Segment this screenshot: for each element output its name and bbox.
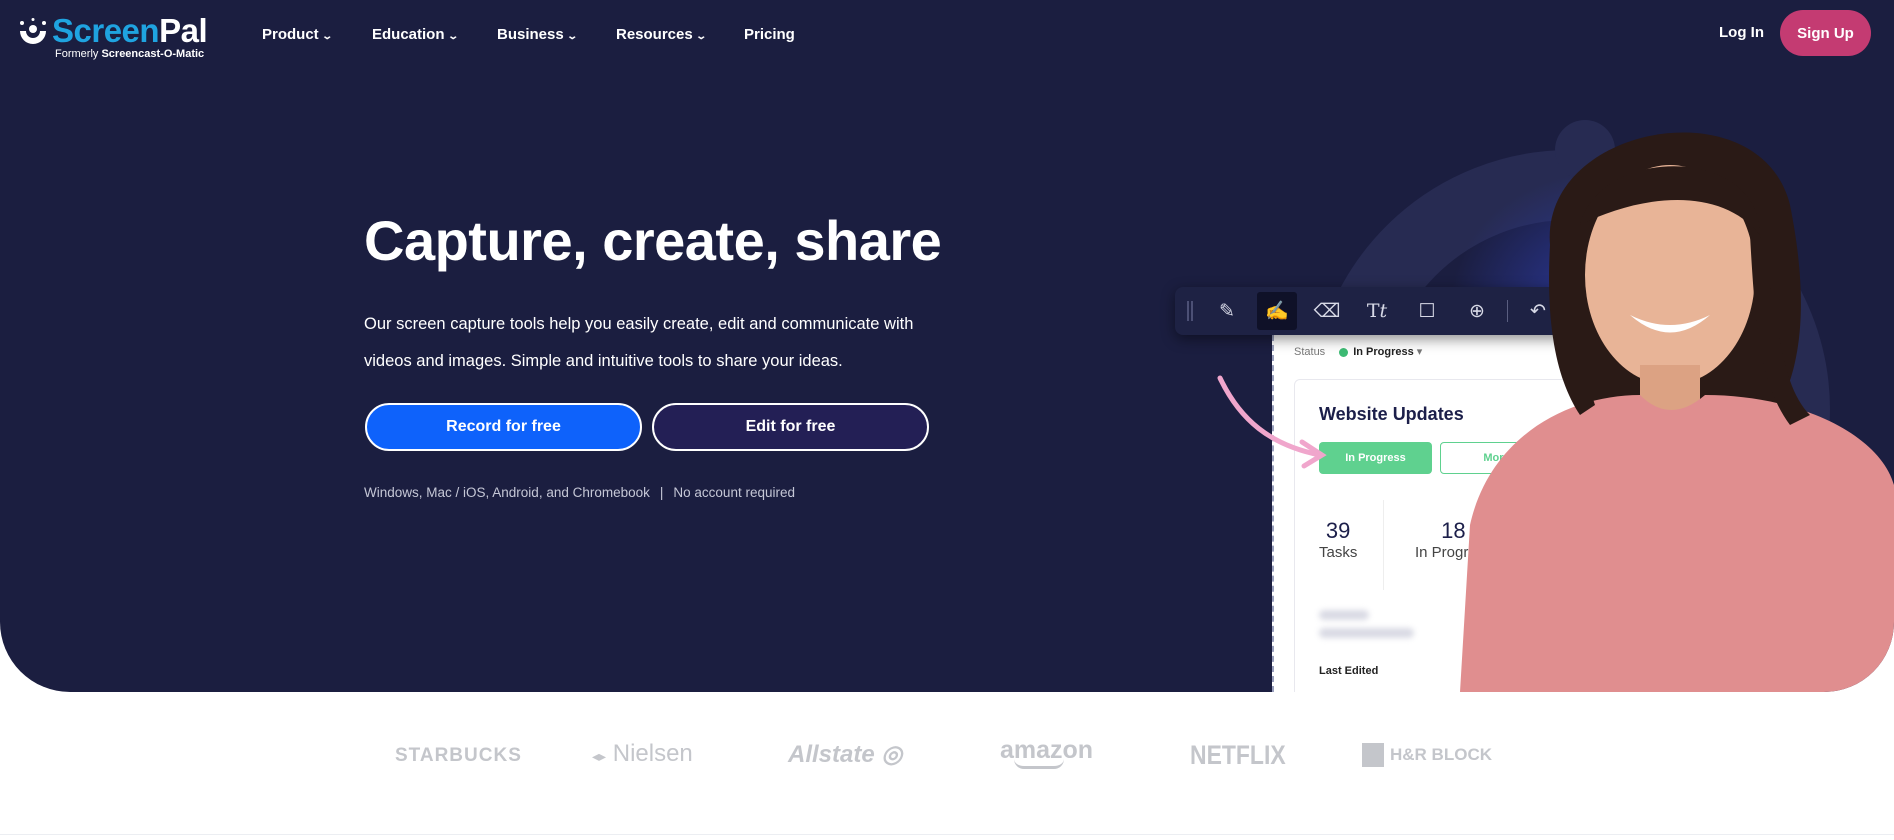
chevron-down-icon: ⌄ [320, 31, 333, 42]
nav-label: Resources [616, 26, 693, 43]
pen-icon[interactable]: ✎ [1207, 292, 1247, 330]
logo-allstate: Allstate ◎ [788, 740, 902, 769]
pink-arrow-icon [1217, 375, 1327, 469]
logo-text-pal: Pal [159, 12, 208, 49]
card-title: Website Updates [1319, 404, 1464, 424]
hero-title: Capture, create, share [364, 209, 942, 272]
hero-description: Our screen capture tools help you easily… [364, 315, 914, 370]
logo-netflix: NETFLIX [1190, 740, 1286, 770]
logo-allstate-text: Allstate [788, 741, 875, 768]
chevron-down-icon: ⌄ [566, 31, 578, 42]
logo-nielsen: ◂▸ Nielsen [592, 740, 693, 768]
nav-product[interactable]: Product ⌄ [262, 26, 333, 43]
eraser-icon[interactable]: ⌫ [1307, 292, 1347, 330]
logo-hr-block: H&R BLOCK [1362, 743, 1492, 767]
status-value: In Progress [1353, 346, 1414, 358]
no-account-text: No account required [673, 485, 795, 500]
edit-for-free-button[interactable]: Edit for free [652, 403, 929, 451]
hr-block-square-icon [1362, 743, 1384, 767]
nav-label: Business [497, 26, 564, 43]
logo-hr-block-text: H&R BLOCK [1390, 745, 1492, 764]
chevron-down-icon: ⌄ [695, 31, 707, 42]
nav-pricing[interactable]: Pricing [744, 26, 795, 43]
in-progress-pill: In Progress [1319, 442, 1432, 474]
nav-business[interactable]: Business ⌄ [497, 26, 578, 43]
nav-resources[interactable]: Resources ⌄ [616, 26, 707, 43]
screenpal-logo[interactable]: ScreenPal Formerly Screencast-O-Matic [18, 12, 228, 62]
drag-handle-icon[interactable] [1187, 301, 1193, 321]
status-row: Status In Progress ▾ [1294, 345, 1422, 358]
blurred-text [1319, 628, 1414, 638]
logo-nielsen-text: Nielsen [612, 740, 693, 767]
platform-note: Windows, Mac / iOS, Android, and Chromeb… [364, 485, 795, 500]
logo-formerly: Formerly [55, 48, 99, 60]
nav-label: Pricing [744, 26, 795, 43]
nav-label: Product [262, 26, 319, 43]
logo-amazon-text: amazon [1000, 736, 1094, 764]
text-icon[interactable]: Tt [1357, 292, 1397, 330]
status-label: Status [1294, 346, 1326, 358]
record-for-free-button[interactable]: Record for free [365, 403, 642, 451]
highlighter-icon[interactable]: ✍ [1257, 292, 1297, 330]
logo-starbucks: STARBUCKS [395, 745, 522, 766]
logo-former-name: Screencast-O-Matic [101, 48, 205, 60]
stat-divider [1383, 500, 1384, 590]
stat-tasks: 39 Tasks [1319, 518, 1357, 561]
hero-section: ScreenPal Formerly Screencast-O-Matic Pr… [0, 0, 1894, 692]
nielsen-mark-icon: ◂▸ [592, 748, 607, 764]
smiling-woman-photo [1460, 132, 1894, 692]
stat-label: Tasks [1319, 544, 1358, 561]
chevron-down-icon: ⌄ [446, 31, 459, 42]
nav-label: Education [372, 26, 445, 43]
section-divider [0, 834, 1894, 835]
last-edited-label: Last Edited [1319, 665, 1379, 677]
stat-value: 39 [1325, 518, 1351, 543]
logo-amazon: amazon [1000, 736, 1093, 769]
logo-text-screen: Screen [52, 12, 160, 49]
signup-button[interactable]: Sign Up [1780, 10, 1871, 56]
login-link[interactable]: Log In [1719, 24, 1764, 41]
platforms-text: Windows, Mac / iOS, Android, and Chromeb… [364, 485, 650, 500]
logo-mark-icon [20, 18, 46, 44]
status-dot-icon [1339, 347, 1349, 357]
nav-education[interactable]: Education ⌄ [372, 26, 459, 43]
blurred-text [1319, 610, 1369, 620]
allstate-hands-icon: ◎ [881, 741, 903, 768]
caret-down-icon: ▾ [1416, 346, 1423, 358]
rectangle-icon[interactable]: ☐ [1407, 292, 1447, 330]
separator: | [659, 485, 664, 500]
